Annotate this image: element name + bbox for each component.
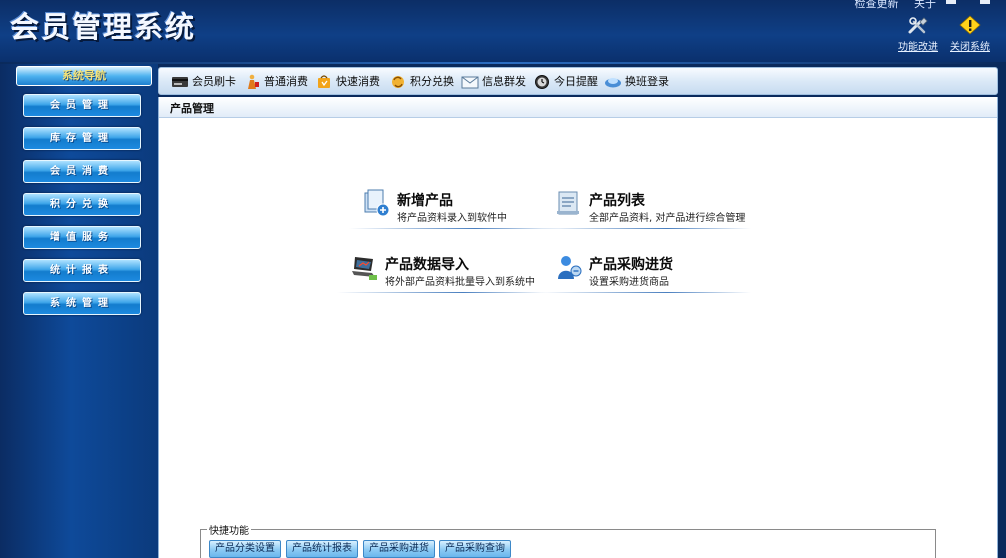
- toolbar-label: 会员刷卡: [192, 75, 236, 88]
- fast-shop-icon: [315, 74, 333, 90]
- toolbar-quick-consumption[interactable]: 快速消费: [315, 72, 380, 92]
- sidebar-item-statistics-report[interactable]: 统计报表: [23, 259, 141, 282]
- divider: [541, 228, 751, 229]
- sidebar-item-member-management[interactable]: 会员管理: [23, 94, 141, 117]
- func-title: 产品列表: [589, 193, 645, 209]
- func-product-purchase[interactable]: 产品采购进货 设置采购进货商品: [541, 253, 751, 293]
- panel-title-bar: 产品管理: [159, 97, 997, 118]
- divider: [541, 292, 751, 293]
- toolbar: 会员刷卡 普通消费 快速消费 积分兑换 信息群发 今日提醒 换班登录: [158, 67, 998, 95]
- toolbar-label: 信息群发: [482, 75, 526, 88]
- exchange-icon: [389, 74, 407, 90]
- toolbar-shift-login[interactable]: 换班登录: [604, 72, 669, 92]
- divider: [337, 292, 547, 293]
- app-header: 会员管理系统 检查更新 关于 功能改进 关闭系统: [0, 0, 1006, 64]
- check-update-link[interactable]: 检查更新: [855, 0, 899, 10]
- sidebar-item-system-management[interactable]: 系统管理: [23, 292, 141, 315]
- func-title: 新增产品: [397, 193, 453, 209]
- sidebar: 系统导航 会员管理 库存管理 会员消费 积分兑换 增值服务 统计报表 系统管理: [0, 64, 158, 558]
- func-desc: 设置采购进货商品: [589, 277, 669, 288]
- sidebar-item-member-consumption[interactable]: 会员消费: [23, 160, 141, 183]
- quick-functions-legend: 快捷功能: [207, 522, 251, 537]
- quick-statistics-report-button[interactable]: 产品统计报表: [286, 540, 358, 558]
- panel-title: 产品管理: [170, 102, 214, 115]
- feature-improve-label: 功能改进: [898, 42, 938, 53]
- shopper-icon: [243, 74, 261, 90]
- feature-improve-button[interactable]: 功能改进: [893, 14, 943, 53]
- sidebar-item-inventory-management[interactable]: 库存管理: [23, 127, 141, 150]
- minimize-button[interactable]: [946, 0, 956, 4]
- func-desc: 全部产品资料, 对产品进行综合管理: [589, 213, 746, 224]
- quick-purchase-query-button[interactable]: 产品采购查询: [439, 540, 511, 558]
- quick-category-settings-button[interactable]: 产品分类设置: [209, 540, 281, 558]
- func-product-list[interactable]: 产品列表 全部产品资料, 对产品进行综合管理: [541, 189, 751, 229]
- func-desc: 将外部产品资料批量导入到系统中: [385, 277, 535, 288]
- func-new-product[interactable]: 新增产品 将产品资料录入到软件中: [349, 189, 559, 229]
- sidebar-header: 系统导航: [16, 66, 152, 86]
- toolbar-today-reminder[interactable]: 今日提醒: [533, 72, 598, 92]
- func-title: 产品数据导入: [385, 257, 469, 273]
- divider: [349, 228, 559, 229]
- toolbar-label: 快速消费: [336, 75, 380, 88]
- sidebar-item-value-added-service[interactable]: 增值服务: [23, 226, 141, 249]
- quick-functions-group: 快捷功能 产品分类设置 产品统计报表 产品采购进货 产品采购查询: [200, 522, 936, 558]
- about-link[interactable]: 关于: [914, 0, 936, 10]
- toolbar-label: 今日提醒: [554, 75, 598, 88]
- purchase-icon: [555, 253, 585, 283]
- top-links: 检查更新 关于: [843, 0, 937, 11]
- content-panel: 产品管理 新增产品 将产品资料录入到软件中 产品列表 全部产品资料, 对产品进行…: [158, 97, 998, 558]
- card-reader-icon: [171, 74, 189, 90]
- toolbar-points-exchange[interactable]: 积分兑换: [389, 72, 454, 92]
- toolbar-label: 积分兑换: [410, 75, 454, 88]
- shift-icon: [604, 74, 622, 90]
- add-product-icon: [363, 189, 393, 219]
- app-title: 会员管理系统: [10, 10, 197, 44]
- clock-icon: [533, 74, 551, 90]
- toolbar-label: 普通消费: [264, 75, 308, 88]
- warning-icon: [958, 14, 982, 36]
- maximize-button[interactable]: [980, 0, 990, 4]
- close-system-label: 关闭系统: [950, 42, 990, 53]
- close-system-button[interactable]: 关闭系统: [945, 14, 995, 53]
- quick-purchase-button[interactable]: 产品采购进货: [363, 540, 435, 558]
- product-list-icon: [555, 189, 585, 219]
- toolbar-normal-consumption[interactable]: 普通消费: [243, 72, 308, 92]
- func-product-import[interactable]: 产品数据导入 将外部产品资料批量导入到系统中: [337, 253, 547, 293]
- mail-icon: [461, 74, 479, 90]
- func-title: 产品采购进货: [589, 257, 673, 273]
- toolbar-label: 换班登录: [625, 75, 669, 88]
- sidebar-item-points-exchange[interactable]: 积分兑换: [23, 193, 141, 216]
- toolbar-card-swipe[interactable]: 会员刷卡: [171, 72, 236, 92]
- func-desc: 将产品资料录入到软件中: [397, 213, 507, 224]
- import-laptop-icon: [351, 253, 381, 283]
- toolbar-mass-message[interactable]: 信息群发: [461, 72, 526, 92]
- tools-icon: [906, 14, 930, 36]
